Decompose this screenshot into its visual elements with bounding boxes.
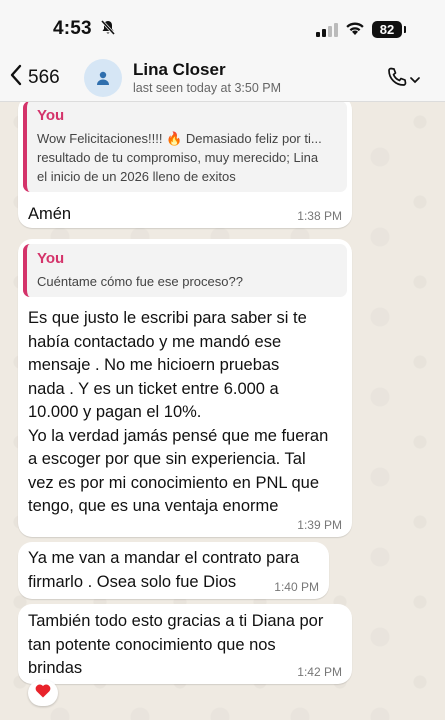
message-text-line: Yo la verdad jamás pensé que me fueran [28,426,329,445]
message-text-line: vez es por mi conocimiento en PNL que [28,473,320,492]
chevron-left-icon [10,64,22,91]
signal-icon [316,23,338,37]
message-text-line: También todo esto gracias a ti Diana por [28,612,324,630]
chat-header: 566 Lina Closer last seen today at 3:50 … [0,54,445,102]
avatar[interactable] [84,59,122,97]
heart-reaction[interactable] [28,680,58,706]
last-seen-status: last seen today at 3:50 PM [133,81,282,95]
back-button[interactable]: 566 [10,64,60,91]
quoted-message[interactable]: You Cuéntame cómo fue ese proceso?? [23,244,347,297]
message-bubble[interactable]: Ya me van a mandar el contrato para firm… [18,542,329,599]
quote-text-line: Wow Felicitaciones!!!! 🔥 Demasiado feliz… [37,131,322,146]
message-bubble[interactable]: You Wow Felicitaciones!!!! 🔥 Demasiado f… [18,102,352,228]
quoted-message[interactable]: You Wow Felicitaciones!!!! 🔥 Demasiado f… [23,102,347,192]
message-time: 1:39 PM [297,518,342,532]
chevron-down-icon [410,71,420,89]
quote-text-line: resultado de tu compromiso, muy merecido… [37,150,319,165]
status-time: 4:53 [53,18,92,39]
message-text-line: había contactado y me mandó ese [28,332,282,351]
message-text-line: mensaje . No me hicioern pruebas [28,356,280,374]
message-text-line: Ya me van a mandar el contrato para [28,549,300,567]
quote-author: You [37,107,65,124]
wifi-icon [345,20,365,41]
bell-slash-icon [100,19,116,41]
quote-author: You [37,250,65,267]
message-time: 1:42 PM [297,665,342,679]
message-text-line: 10.000 y pagan el 10%. [28,403,202,421]
quote-text-line: el inicio de un 2026 lleno de exitos [37,169,236,184]
message-time: 1:40 PM [274,580,319,594]
person-icon [97,71,109,85]
contact-name[interactable]: Lina Closer [133,60,226,80]
message-text-line: a escoger por que sin experiencia. Tal [28,450,306,468]
quote-text-line: Cuéntame cómo fue ese proceso?? [37,274,243,289]
message-text-line: tan potente conocimiento que nos [28,635,276,654]
message-text-line: Es que justo le escribi para saber si te [28,309,307,327]
message-time: 1:38 PM [297,209,342,223]
call-button[interactable] [386,66,420,93]
unread-count: 566 [28,66,60,88]
message-text-line: tengo, que es una ventaja enorme [28,497,279,515]
battery-indicator: 82 [372,21,406,38]
heart-icon [35,683,51,703]
message-text-line: nada . Y es un ticket entre 6.000 a [28,379,279,398]
message-bubble[interactable]: You Cuéntame cómo fue ese proceso?? Es q… [18,239,352,537]
message-bubble[interactable]: También todo esto gracias a ti Diana por… [18,604,352,684]
phone-icon [386,66,408,93]
chat-area[interactable]: You Wow Felicitaciones!!!! 🔥 Demasiado f… [0,102,445,720]
status-bar: 4:53 82 [0,0,445,54]
